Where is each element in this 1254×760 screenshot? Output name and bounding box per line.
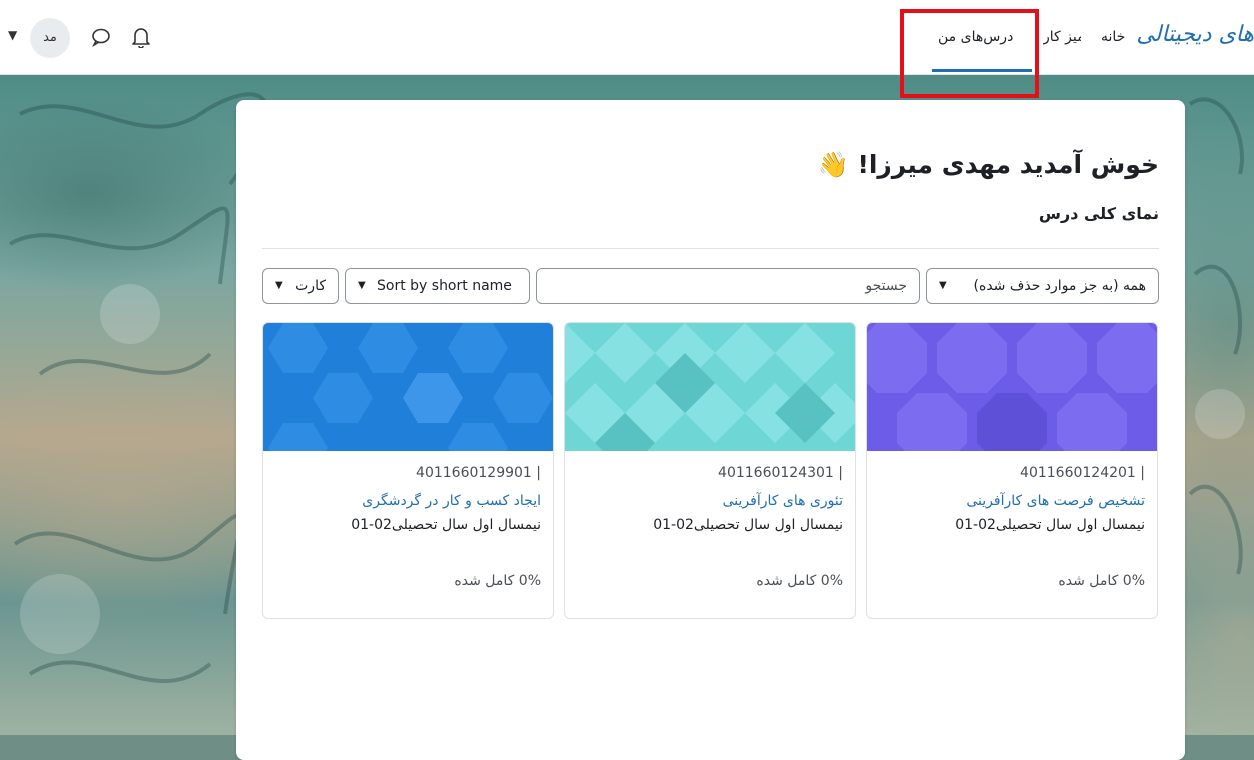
search-input[interactable]: جستجو [536,268,920,304]
welcome-text: خوش آمدید مهدی میرزا! [857,150,1159,179]
chevron-down-icon: ▼ [358,280,366,291]
course-code: | 4011660124301 [718,465,843,481]
top-navbar: های دیجیتالی خانه میز کار درس‌های من ▼ م… [0,0,1254,75]
section-title: نمای کلی درس [1038,204,1159,223]
page-title: خوش آمدید مهدی میرزا! 👋 [818,150,1159,180]
site-logo[interactable]: های دیجیتالی [1136,22,1254,47]
wave-icon: 👋 [817,150,849,179]
nav-dashboard[interactable]: میز کار [1043,29,1081,45]
user-menu[interactable]: ▼ مد [0,18,170,58]
course-image[interactable] [867,323,1157,451]
course-card[interactable]: | 4011660129901 ایجاد کسب و کار در گردشگ… [262,322,554,619]
bell-icon[interactable] [131,26,151,48]
course-code: | 4011660124201 [1020,465,1145,481]
course-pattern-hexagon [263,323,553,451]
course-image[interactable] [263,323,553,451]
filter-value: همه (به جز موارد حذف شده) [973,278,1146,294]
grouping-filter-dropdown[interactable]: همه (به جز موارد حذف شده) ▼ [926,268,1159,304]
chevron-down-icon: ▼ [939,280,947,291]
course-name-link[interactable]: تشخیص فرصت های کارآفرینی [966,493,1145,509]
course-name-link[interactable]: ایجاد کسب و کار در گردشگری [362,493,541,509]
course-term: نیمسال اول سال تحصیلی02-01 [955,517,1145,533]
chevron-down-icon: ▼ [275,280,283,291]
course-pattern-diamond [565,323,855,451]
sort-dropdown[interactable]: ▼ Sort by short name [345,268,530,304]
view-mode-dropdown[interactable]: کارت ▼ [262,268,339,304]
course-progress: 0% کامل شده [1058,573,1145,589]
course-pattern-octagon [867,323,1157,451]
course-card[interactable]: | 4011660124201 تشخیص فرصت های کارآفرینی… [866,322,1158,619]
course-term: نیمسال اول سال تحصیلی02-01 [653,517,843,533]
active-tab-indicator [932,69,1032,72]
course-name-link[interactable]: تئوری های کارآفرینی [723,493,843,509]
course-term: نیمسال اول سال تحصیلی02-01 [351,517,541,533]
course-progress: 0% کامل شده [756,573,843,589]
nav-my-courses[interactable]: درس‌های من [938,29,1013,45]
messages-icon[interactable] [91,27,111,47]
avatar[interactable]: مد [30,18,70,58]
nav-home[interactable]: خانه [1101,29,1125,45]
course-card[interactable]: | 4011660124301 تئوری های کارآفرینی نیمس… [564,322,856,619]
course-progress: 0% کامل شده [454,573,541,589]
view-value: کارت [295,278,326,294]
chevron-down-icon[interactable]: ▼ [8,28,17,42]
divider [262,248,1159,249]
course-code: | 4011660129901 [416,465,541,481]
sort-value: Sort by short name [377,278,512,294]
course-image[interactable] [565,323,855,451]
course-overview-card: خوش آمدید مهدی میرزا! 👋 نمای کلی درس همه… [236,100,1185,760]
search-placeholder: جستجو [865,278,907,294]
